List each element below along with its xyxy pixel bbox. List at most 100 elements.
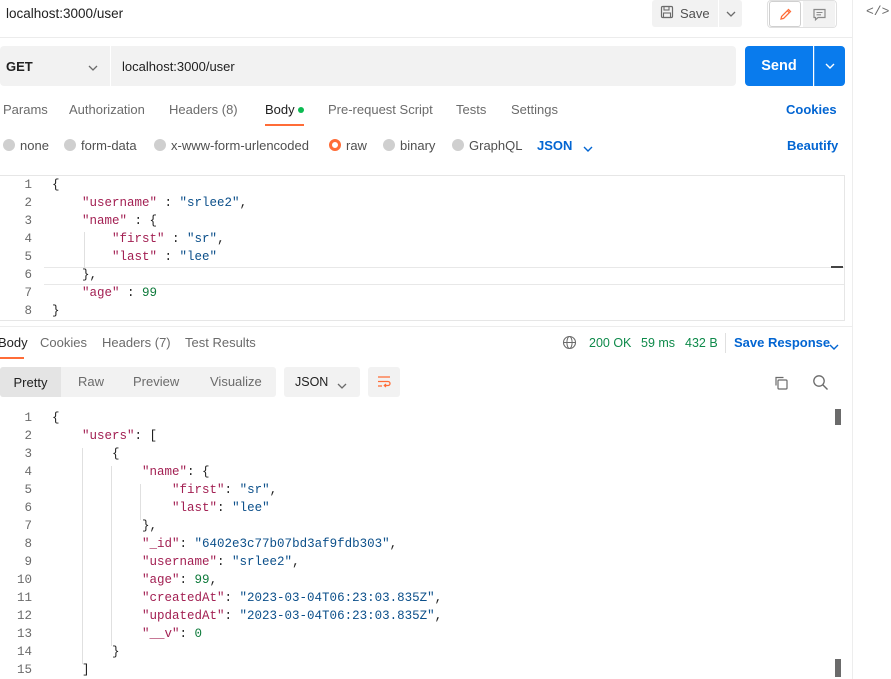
send-button[interactable]: Send (745, 46, 813, 86)
tab-tests[interactable]: Tests (456, 102, 486, 117)
tab-authorization[interactable]: Authorization (69, 102, 145, 117)
pencil-icon (779, 8, 791, 20)
scrollbar-thumb[interactable] (835, 409, 841, 425)
line-number: 2 (24, 429, 32, 443)
editor-scroll-marker (831, 266, 843, 268)
request-code-line: "name" : { (82, 214, 158, 228)
response-code-line: "createdAt": "2023-03-04T06:23:03.835Z", (142, 591, 443, 605)
radio-graphql-label[interactable]: GraphQL (469, 138, 522, 153)
line-number: 4 (24, 465, 32, 479)
save-options-button[interactable] (719, 0, 742, 27)
response-code-line: "users": [ (82, 429, 158, 443)
response-code-line: "_id": "6402e3c77b07bd3af9fdb303", (142, 537, 398, 551)
radio-urlencoded[interactable] (154, 139, 166, 151)
code-snippet-button[interactable]: </> (866, 4, 889, 19)
body-format-select[interactable]: JSON (537, 138, 572, 153)
edit-mode-button[interactable] (769, 1, 801, 27)
view-visualize-button[interactable]: Visualize (210, 374, 262, 389)
chevron-down-icon[interactable] (829, 338, 839, 353)
response-code-line: }, (52, 519, 158, 533)
response-time[interactable]: 59 ms (641, 336, 675, 350)
response-code-line: ] (52, 663, 90, 677)
request-code-line: { (52, 178, 60, 192)
response-tab-headers[interactable]: Headers (7) (102, 335, 171, 350)
line-number: 2 (24, 196, 32, 210)
line-number: 5 (24, 250, 32, 264)
response-size[interactable]: 432 B (685, 336, 718, 350)
request-code-line: "last" : "lee" (112, 250, 218, 264)
response-divider (0, 326, 852, 327)
response-code-line: "age": 99, (142, 573, 218, 587)
request-code-line: "username" : "srlee2", (82, 196, 248, 210)
radio-form-data[interactable] (64, 139, 76, 151)
response-code-line: "__v": 0 (142, 627, 203, 641)
active-tab-underline (265, 124, 304, 126)
method-label: GET (6, 58, 33, 74)
tab-params[interactable]: Params (3, 102, 48, 117)
response-tab-body[interactable]: Body (0, 335, 28, 350)
line-number: 1 (24, 178, 32, 192)
radio-none[interactable] (3, 139, 15, 151)
line-number: 4 (24, 232, 32, 246)
radio-binary-label[interactable]: binary (400, 138, 435, 153)
comments-button[interactable] (803, 1, 835, 27)
radio-form-data-label[interactable]: form-data (81, 138, 137, 153)
response-code-line: } (52, 645, 120, 659)
radio-none-label[interactable]: none (20, 138, 49, 153)
tab-settings[interactable]: Settings (511, 102, 558, 117)
cookies-link[interactable]: Cookies (786, 102, 837, 117)
line-number: 5 (24, 483, 32, 497)
response-code-line: "name": { (142, 465, 210, 479)
line-number: 11 (16, 591, 32, 605)
radio-raw-label[interactable]: raw (346, 138, 367, 153)
beautify-button[interactable]: Beautify (787, 138, 838, 153)
tab-headers[interactable]: Headers (8) (169, 102, 238, 117)
view-raw-button[interactable]: Raw (78, 374, 104, 389)
line-number: 9 (24, 555, 32, 569)
response-format-select[interactable]: JSON (284, 367, 360, 397)
divider (725, 333, 726, 353)
line-number: 8 (24, 304, 32, 318)
request-title[interactable]: localhost:3000/user (6, 6, 123, 21)
search-icon[interactable] (812, 374, 829, 394)
chevron-down-icon (88, 59, 98, 74)
copy-icon[interactable] (773, 375, 789, 394)
line-number: 6 (24, 501, 32, 515)
response-tab-test-results[interactable]: Test Results (185, 335, 256, 350)
line-number: 6 (24, 268, 32, 282)
response-format-label: JSON (295, 375, 329, 389)
save-button[interactable]: Save (652, 0, 718, 27)
request-code-line: "age" : 99 (82, 286, 158, 300)
view-preview-button[interactable]: Preview (133, 374, 179, 389)
request-code-line: "first" : "sr", (112, 232, 225, 246)
wrap-lines-button[interactable] (368, 367, 400, 397)
chevron-down-icon[interactable] (583, 140, 593, 155)
save-response-button[interactable]: Save Response (734, 335, 830, 350)
tab-body[interactable]: Body (265, 102, 295, 117)
line-number: 7 (24, 519, 32, 533)
body-indicator-dot (298, 107, 304, 113)
send-options-button[interactable] (814, 46, 845, 86)
radio-raw[interactable] (329, 139, 341, 151)
radio-binary[interactable] (383, 139, 395, 151)
request-code-line: }, (52, 268, 98, 282)
response-code-line: "last": "lee" (172, 501, 270, 515)
status-code[interactable]: 200 OK (589, 336, 631, 350)
tab-prerequest-script[interactable]: Pre-request Script (328, 102, 433, 117)
radio-graphql[interactable] (452, 139, 464, 151)
scrollbar-marker[interactable] (835, 659, 841, 677)
globe-icon[interactable] (562, 335, 577, 353)
sidebar-divider (852, 0, 853, 679)
view-pretty-button[interactable]: Pretty (0, 367, 61, 397)
chevron-down-icon (825, 63, 835, 69)
line-number: 3 (24, 447, 32, 461)
save-label: Save (680, 6, 710, 21)
line-number: 14 (16, 645, 32, 659)
line-number: 1 (24, 411, 32, 425)
response-tab-cookies[interactable]: Cookies (40, 335, 87, 350)
line-number: 13 (16, 627, 32, 641)
radio-urlencoded-label[interactable]: x-www-form-urlencoded (171, 138, 309, 153)
url-input[interactable]: localhost:3000/user (111, 46, 736, 86)
view-pretty-label: Pretty (13, 374, 48, 390)
comment-icon (812, 8, 826, 21)
